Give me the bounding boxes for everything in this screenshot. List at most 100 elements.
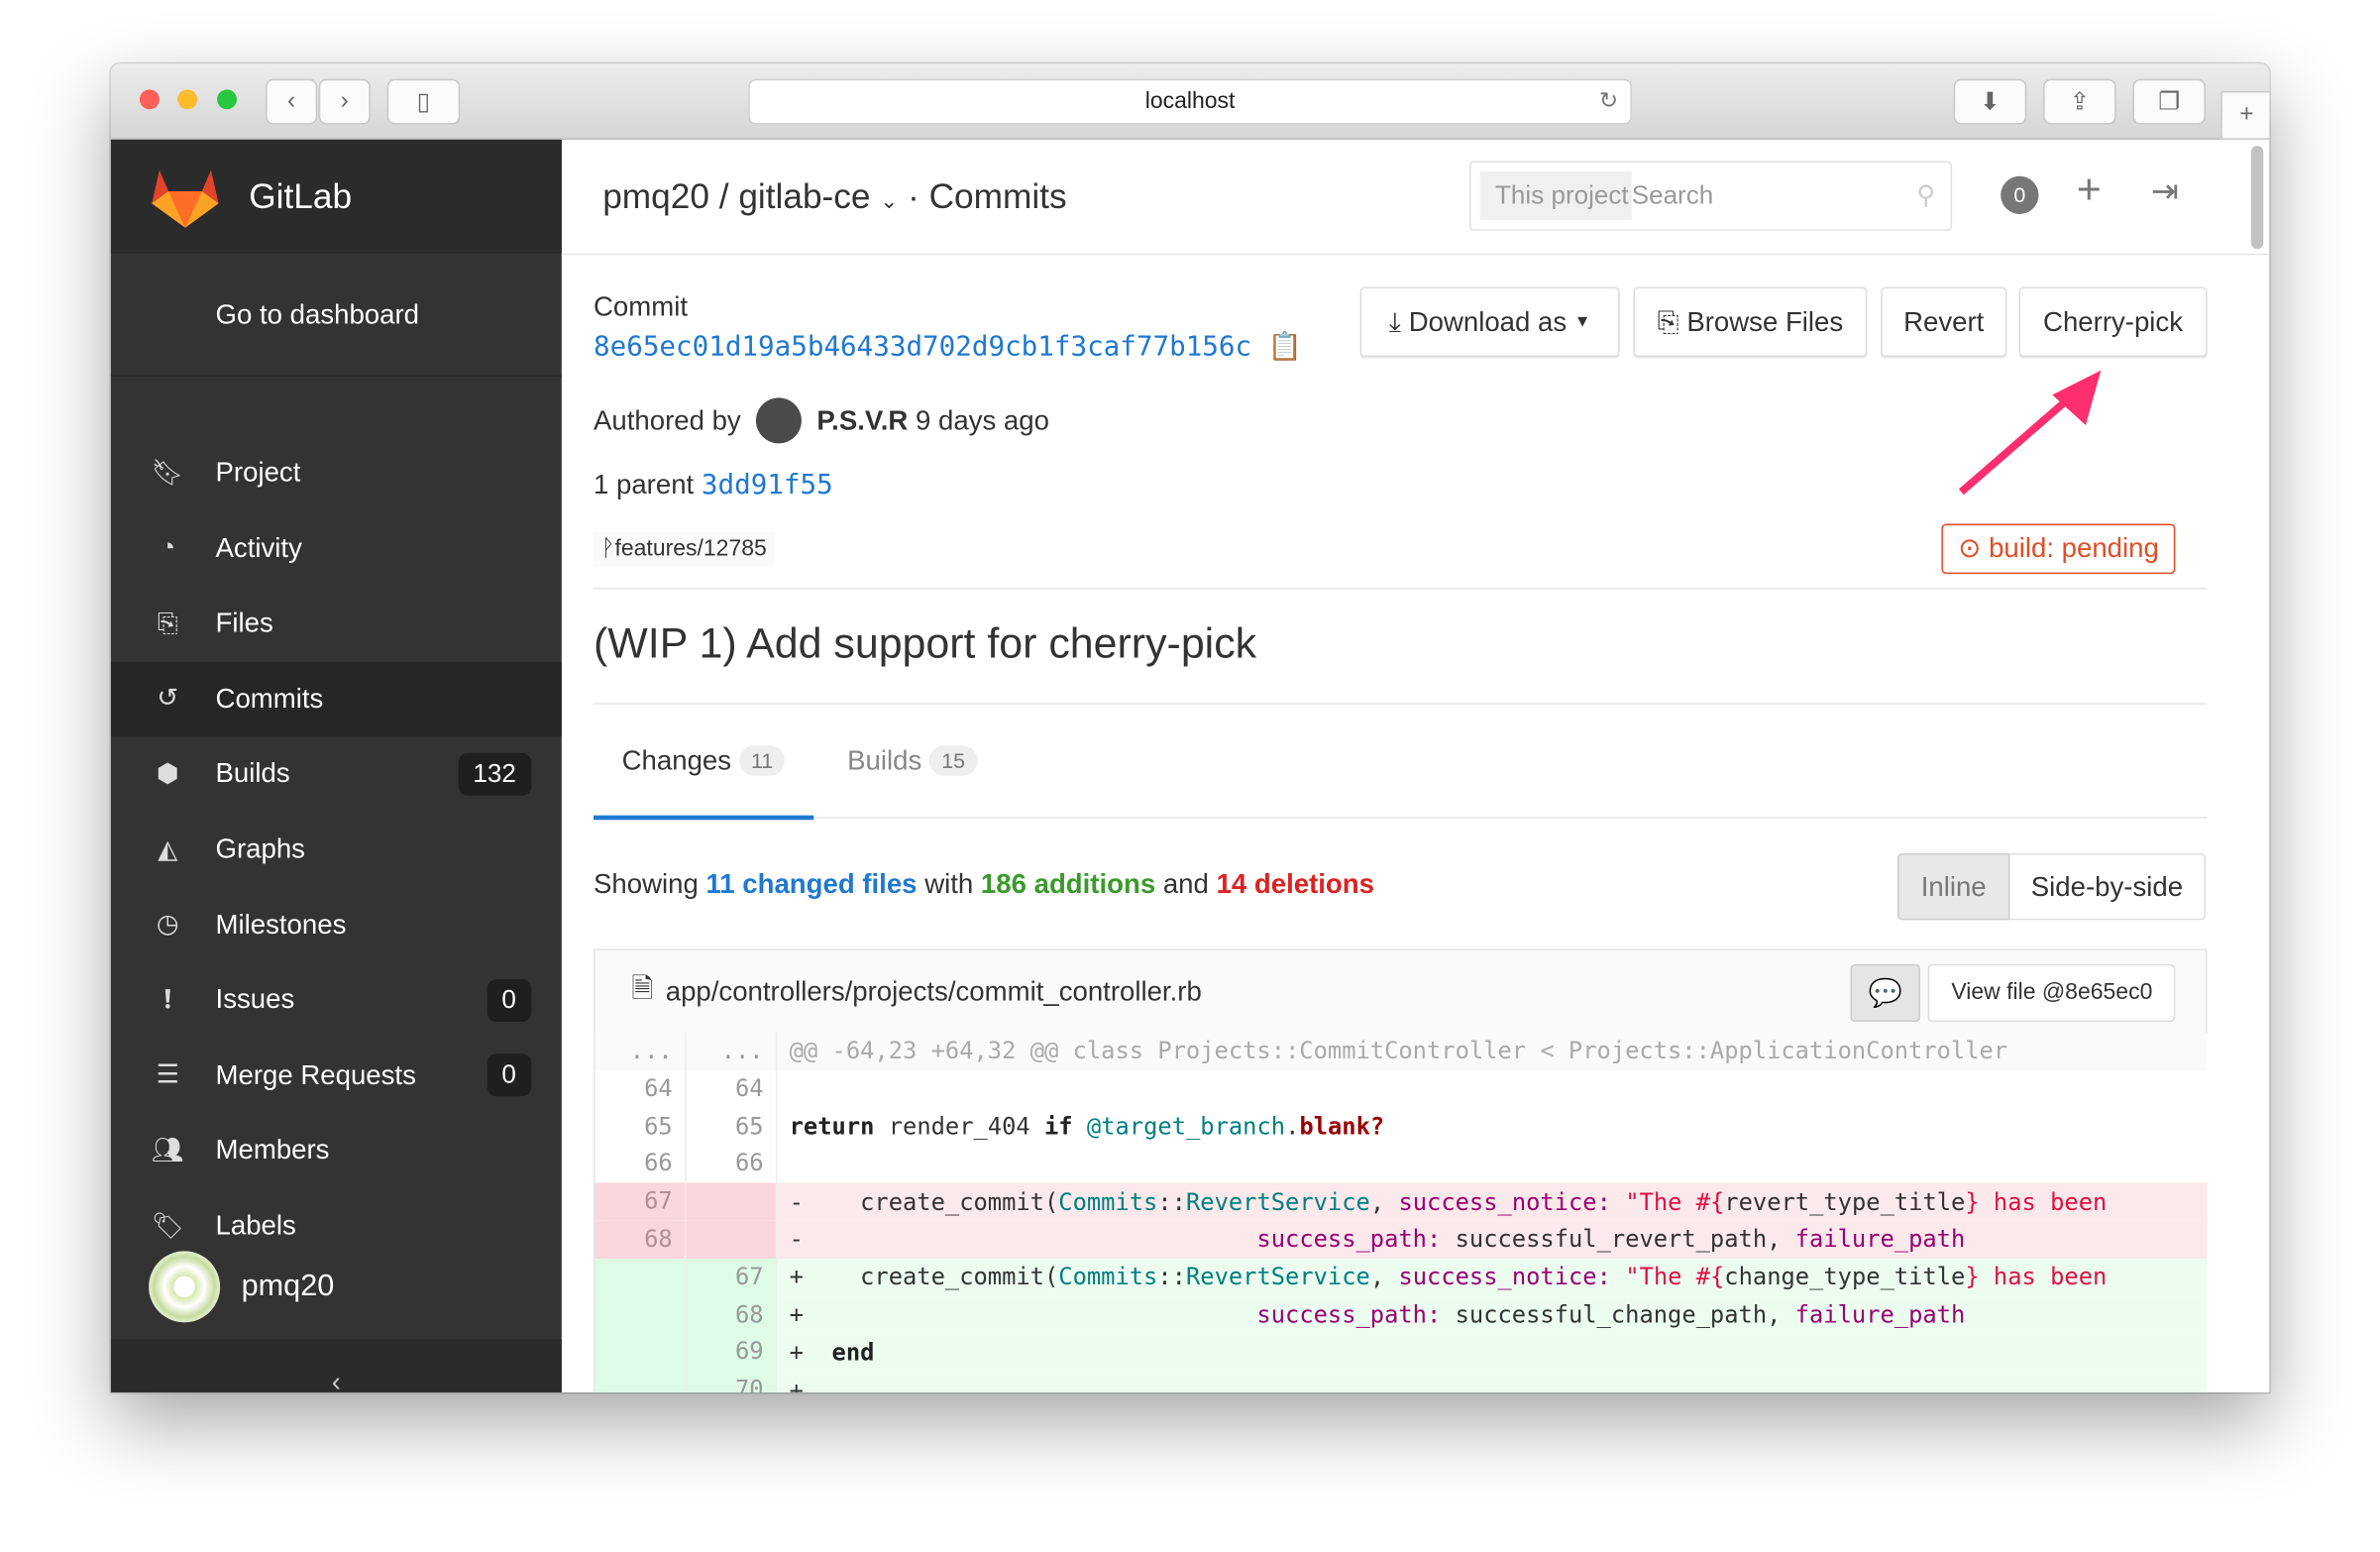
page-header: pmq20 / gitlab-ce ⌄ · Commits This proje…: [561, 140, 2270, 256]
sidebar-item-graphs[interactable]: ◭ Graphs: [111, 813, 562, 887]
exclamation-icon: ❗︎: [163, 984, 171, 1014]
author-name[interactable]: P.S.V.R: [816, 404, 908, 436]
parent-sha-link[interactable]: 3dd91f55: [702, 469, 833, 500]
changed-files-link[interactable]: 11 changed files: [705, 868, 917, 899]
reload-icon[interactable]: ↻: [1599, 80, 1618, 123]
commit-label: Commit: [594, 291, 688, 322]
cubes-icon: ⬢: [156, 758, 179, 788]
sidebar-item-milestones[interactable]: ◷ Milestones: [111, 888, 562, 962]
chevron-down-icon[interactable]: ⌄: [880, 188, 898, 213]
clipboard-icon[interactable]: 📋: [1268, 331, 1302, 363]
diff-line-added: 69 + end: [595, 1333, 2208, 1372]
diff-line-deleted: 67- create_commit(Commits::RevertService…: [595, 1182, 2208, 1221]
list-icon: ☰: [156, 1059, 179, 1089]
forward-button[interactable]: ›: [318, 78, 371, 125]
sidebar-item-builds[interactable]: ⬢ Builds 132: [111, 737, 562, 812]
gitlab-logo[interactable]: GitLab: [110, 139, 562, 254]
commit-time: 9 days ago: [916, 404, 1049, 435]
authored-by-label: Authored by: [594, 404, 741, 435]
commit-title: (WIP 1) Add support for cherry-pick: [594, 619, 1257, 667]
commit-sha: 8e65ec01d19a5b46433d702d9cb1f3caf77b156c…: [594, 331, 1302, 363]
breadcrumb-project[interactable]: gitlab-ce: [738, 176, 870, 216]
sidebar-toggle-icon[interactable]: ▯: [386, 78, 461, 125]
sidebar-item-files[interactable]: ⎘ Files: [111, 587, 562, 661]
divider: [594, 703, 2208, 705]
sidebar-item-project[interactable]: 🔖︎ Project: [111, 436, 562, 510]
diff-code: ...... @@ -64,23 +64,32 @@ class Projects…: [594, 1032, 2208, 1392]
sidebar-item-commits[interactable]: ↺ Commits: [110, 661, 562, 736]
sign-out-icon[interactable]: ⇥: [2151, 171, 2179, 211]
inline-view-button[interactable]: Inline: [1896, 852, 2010, 921]
browse-files-button[interactable]: ⎘ Browse Files: [1633, 286, 1868, 358]
sidebar-item-label: Files: [215, 608, 273, 638]
sidebar-item-count: 132: [458, 752, 532, 796]
tags-icon: 🏷︎: [151, 1210, 184, 1240]
deletions-count: 14 deletions: [1216, 868, 1374, 899]
side-by-side-button[interactable]: Side-by-side: [2009, 852, 2206, 921]
sidebar-item-activity[interactable]: ◔ Activity: [111, 511, 562, 586]
clock-icon: ⊙: [1958, 532, 1982, 564]
comment-icon[interactable]: 💬: [1850, 963, 1920, 1022]
sidebar-item-label: Commits: [215, 683, 324, 714]
build-status-text: build: pending: [1989, 532, 2159, 564]
tab-builds[interactable]: Builds 15: [821, 706, 1004, 815]
branch-name: features/12785: [614, 535, 767, 562]
new-tab-button[interactable]: +: [2220, 90, 2270, 140]
sidebar-item-label: Members: [215, 1135, 330, 1165]
cherry-pick-button[interactable]: Cherry-pick: [2018, 286, 2208, 358]
close-window-button[interactable]: [139, 89, 160, 110]
view-file-button[interactable]: View file @8e65ec0: [1928, 963, 2176, 1022]
go-to-dashboard-link[interactable]: Go to dashboard: [110, 254, 562, 377]
plus-icon[interactable]: +: [2077, 166, 2102, 214]
breadcrumb: pmq20 / gitlab-ce ⌄ · Commits: [602, 175, 1067, 216]
breadcrumb-owner[interactable]: pmq20: [602, 176, 709, 216]
diff-view-toggle: Inline Side-by-side: [1896, 852, 2206, 921]
sidebar-item-label: Labels: [215, 1210, 296, 1241]
download-as-button[interactable]: ⤓ Download as ▼: [1359, 286, 1620, 358]
branch-label[interactable]: ᚹfeatures/12785: [594, 531, 775, 567]
maximize-window-button[interactable]: [217, 89, 237, 110]
tabs-icon[interactable]: ❐: [2132, 78, 2206, 125]
minimize-window-button[interactable]: [177, 89, 198, 110]
sidebar-item-label: Project: [215, 457, 301, 488]
revert-button[interactable]: Revert: [1881, 286, 2007, 358]
download-icon: ⤓: [1388, 305, 1402, 337]
author-avatar[interactable]: [756, 397, 803, 444]
tab-changes[interactable]: Changes 11: [594, 706, 814, 821]
tab-count: 15: [928, 745, 978, 776]
search-placeholder: Search: [1631, 180, 1714, 210]
search-input[interactable]: This project Search ⚲: [1468, 161, 1953, 231]
build-status-badge[interactable]: ⊙ build: pending: [1941, 523, 2176, 575]
tab-count: 11: [738, 745, 786, 776]
file-header: 🗎 app/controllers/projects/commit_control…: [594, 948, 2208, 1036]
todos-badge[interactable]: 0: [2001, 175, 2039, 215]
file-icon: 🗎: [631, 972, 654, 1003]
download-label: Download as: [1408, 305, 1568, 337]
sidebar-item-issues[interactable]: ❗︎ Issues 0: [111, 963, 562, 1038]
browse-label: Browse Files: [1686, 305, 1844, 337]
sidebar-item-members[interactable]: 👥︎ Members: [111, 1114, 562, 1188]
tabs: Changes 11 Builds 15: [594, 706, 2208, 821]
brand-name: GitLab: [249, 175, 353, 216]
annotation-arrow-icon: [1958, 370, 2102, 496]
address-bar[interactable]: localhost ↻: [748, 78, 1632, 125]
diff-line-added: 67 + create_commit(Commits::RevertService…: [595, 1258, 2208, 1296]
file-path[interactable]: app/controllers/projects/commit_controll…: [666, 976, 1202, 1008]
collapse-sidebar-button[interactable]: ‹: [110, 1339, 562, 1392]
gitlab-fox-icon: [152, 168, 219, 228]
area-chart-icon: ◭: [158, 833, 178, 863]
username: pmq20: [241, 1269, 335, 1303]
share-icon[interactable]: ⇪: [2043, 78, 2116, 125]
downloads-icon[interactable]: ⬇: [1953, 78, 2027, 125]
user-profile-link[interactable]: pmq20: [149, 1251, 335, 1323]
hunk-header: @@ -64,23 +64,32 @@ class Projects::Comm…: [789, 1037, 2008, 1065]
scrollbar[interactable]: [2250, 146, 2264, 250]
search-icon: ⚲: [1916, 180, 1936, 210]
sidebar-item-merge-requests[interactable]: ☰ Merge Requests 0: [111, 1039, 562, 1113]
diff-line-added: 70 +: [595, 1371, 2208, 1392]
search-scope: This project: [1479, 171, 1632, 221]
tab-label: Builds: [847, 744, 922, 776]
back-button[interactable]: ‹: [266, 78, 318, 125]
files-icon: ⎘: [157, 608, 178, 637]
sidebar-item-label: Issues: [215, 984, 295, 1015]
